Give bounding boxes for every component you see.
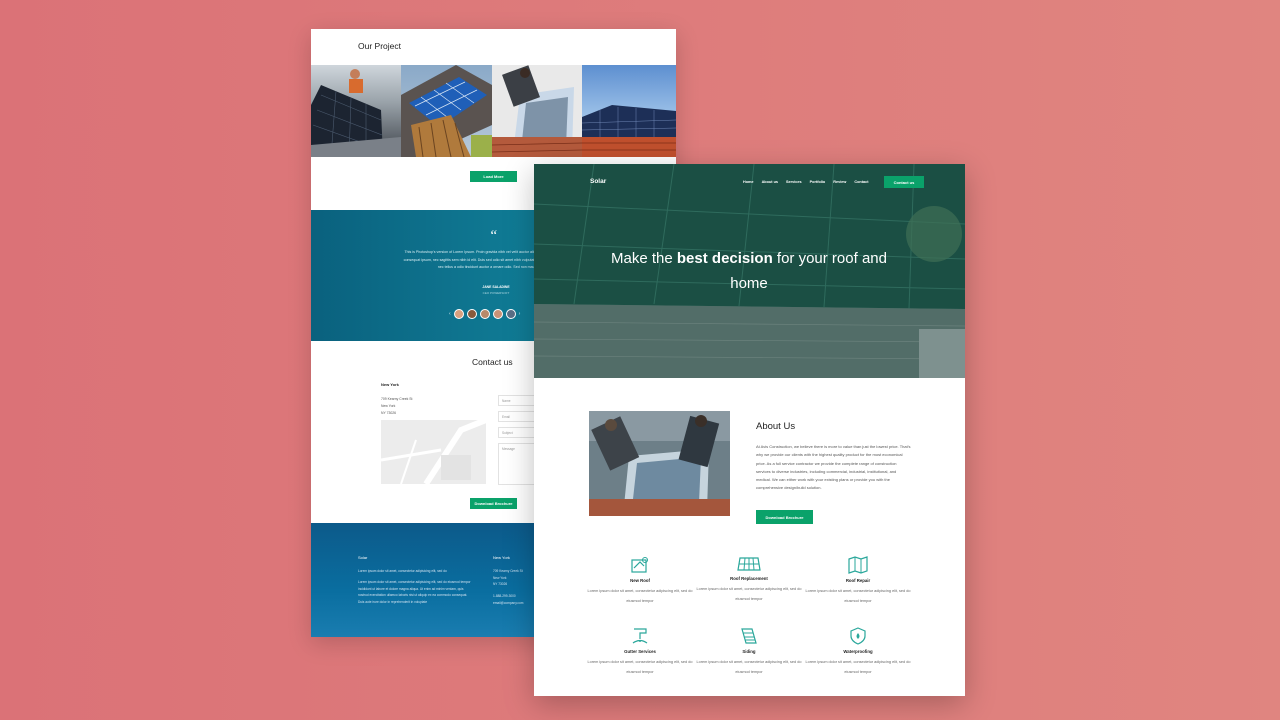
project-photo-installer[interactable] — [492, 65, 582, 157]
load-more-button[interactable]: Load More — [470, 171, 517, 182]
service-gutter[interactable]: Gutter Services Lorem ipsum dolor sit am… — [585, 627, 695, 677]
service-waterproofing[interactable]: Waterproofing Lorem ipsum dolor sit amet… — [803, 627, 913, 677]
avatar[interactable] — [479, 309, 490, 319]
testimonial-name: JANE SALADINE — [482, 285, 510, 289]
shield-drop-icon — [850, 627, 866, 645]
hero-section: Solar Home About us Services Portfolio R… — [534, 164, 965, 378]
solar-panel-icon — [737, 557, 761, 571]
service-siding[interactable]: Siding Lorem ipsum dolor sit amet, conse… — [694, 627, 804, 677]
footer-city: New York — [493, 555, 510, 560]
service-desc: Lorem ipsum dolor sit amet, consectetur … — [805, 660, 911, 674]
about-title: About Us — [756, 421, 796, 432]
service-desc: Lorem ipsum dolor sit amet, consectetur … — [696, 660, 802, 674]
nav-contact[interactable]: Contact — [854, 180, 868, 184]
footer-text-2: Lorem ipsum dolor sit amet, consectetur … — [358, 580, 471, 604]
service-name: New Roof — [630, 578, 650, 583]
contact-map[interactable] — [381, 420, 486, 484]
contact-city: New York — [381, 382, 399, 387]
service-roof-repair[interactable]: Roof Repair Lorem ipsum dolor sit amet, … — [803, 556, 913, 606]
footer-brand: Solar — [358, 555, 368, 560]
siding-icon — [741, 628, 757, 644]
map-fold-icon — [848, 556, 868, 574]
contact-section-title: Contact us — [472, 357, 513, 367]
avatar[interactable] — [505, 309, 516, 319]
testimonial-role: CEO POWERSOFT — [482, 291, 510, 295]
service-desc: Lorem ipsum dolor sit amet, consectetur … — [587, 589, 693, 603]
service-name: Siding — [742, 649, 756, 654]
contact-address: 709 Kearny Creek St New York NY 73026 — [381, 396, 412, 417]
project-photo-house-roof[interactable] — [401, 65, 492, 157]
service-name: Waterproofing — [843, 649, 873, 654]
nav-about[interactable]: About us — [762, 180, 778, 184]
project-section-title: Our Project — [358, 41, 401, 51]
new-roof-icon — [631, 557, 648, 573]
project-photo-worker-panel[interactable] — [311, 65, 401, 157]
hero-title-pre: Make the — [611, 250, 677, 267]
gutter-icon — [632, 628, 648, 644]
nav-home[interactable]: Home — [743, 180, 754, 184]
front-page-preview: Solar Home About us Services Portfolio R… — [534, 164, 965, 696]
hero-title-bold: best decision — [676, 250, 773, 267]
about-image — [589, 411, 730, 516]
avatar[interactable] — [492, 309, 503, 319]
nav-services[interactable]: Services — [786, 180, 802, 184]
avatar[interactable] — [466, 309, 477, 319]
project-gallery — [311, 65, 676, 157]
service-new-roof[interactable]: New Roof Lorem ipsum dolor sit amet, con… — [585, 556, 695, 606]
service-name: Roof Repair — [845, 578, 871, 583]
download-brochure-button[interactable]: Download Brochure — [756, 510, 813, 524]
download-brochure-button-back[interactable]: Download Brochure — [470, 498, 517, 509]
testimonial-avatars: ‹ › — [449, 309, 520, 319]
nav-review[interactable]: Review — [833, 180, 846, 184]
address-city: New York — [381, 404, 396, 408]
project-photo-roof-panels[interactable] — [582, 65, 676, 157]
nav-portfolio[interactable]: Portfolio — [810, 180, 826, 184]
hero-title: Make the best decision for your roof and… — [594, 246, 904, 296]
next-arrow-icon[interactable]: › — [519, 311, 521, 317]
about-text: At Avis Construction, we believe there i… — [756, 444, 911, 491]
service-desc: Lorem ipsum dolor sit amet, consectetur … — [587, 660, 693, 674]
service-roof-replacement[interactable]: Roof Replacement Lorem ipsum dolor sit a… — [694, 556, 804, 604]
contact-us-button[interactable]: Contact us — [884, 176, 924, 188]
footer-text-1: Lorem ipsum dolor sit amet, consectetur … — [358, 569, 447, 573]
site-logo[interactable]: Solar — [590, 178, 606, 185]
service-name: Roof Replacement — [730, 576, 768, 581]
address-street: 709 Kearny Creek St — [381, 397, 413, 401]
service-name: Gutter Services — [624, 649, 656, 654]
avatar[interactable] — [453, 309, 464, 319]
prev-arrow-icon[interactable]: ‹ — [449, 311, 451, 317]
address-zip: NY 73026 — [381, 411, 397, 415]
service-desc: Lorem ipsum dolor sit amet, consectetur … — [696, 587, 802, 601]
quote-icon: “ — [489, 228, 498, 244]
main-nav: Home About us Services Portfolio Review … — [743, 180, 868, 184]
service-desc: Lorem ipsum dolor sit amet, consectetur … — [805, 589, 911, 603]
